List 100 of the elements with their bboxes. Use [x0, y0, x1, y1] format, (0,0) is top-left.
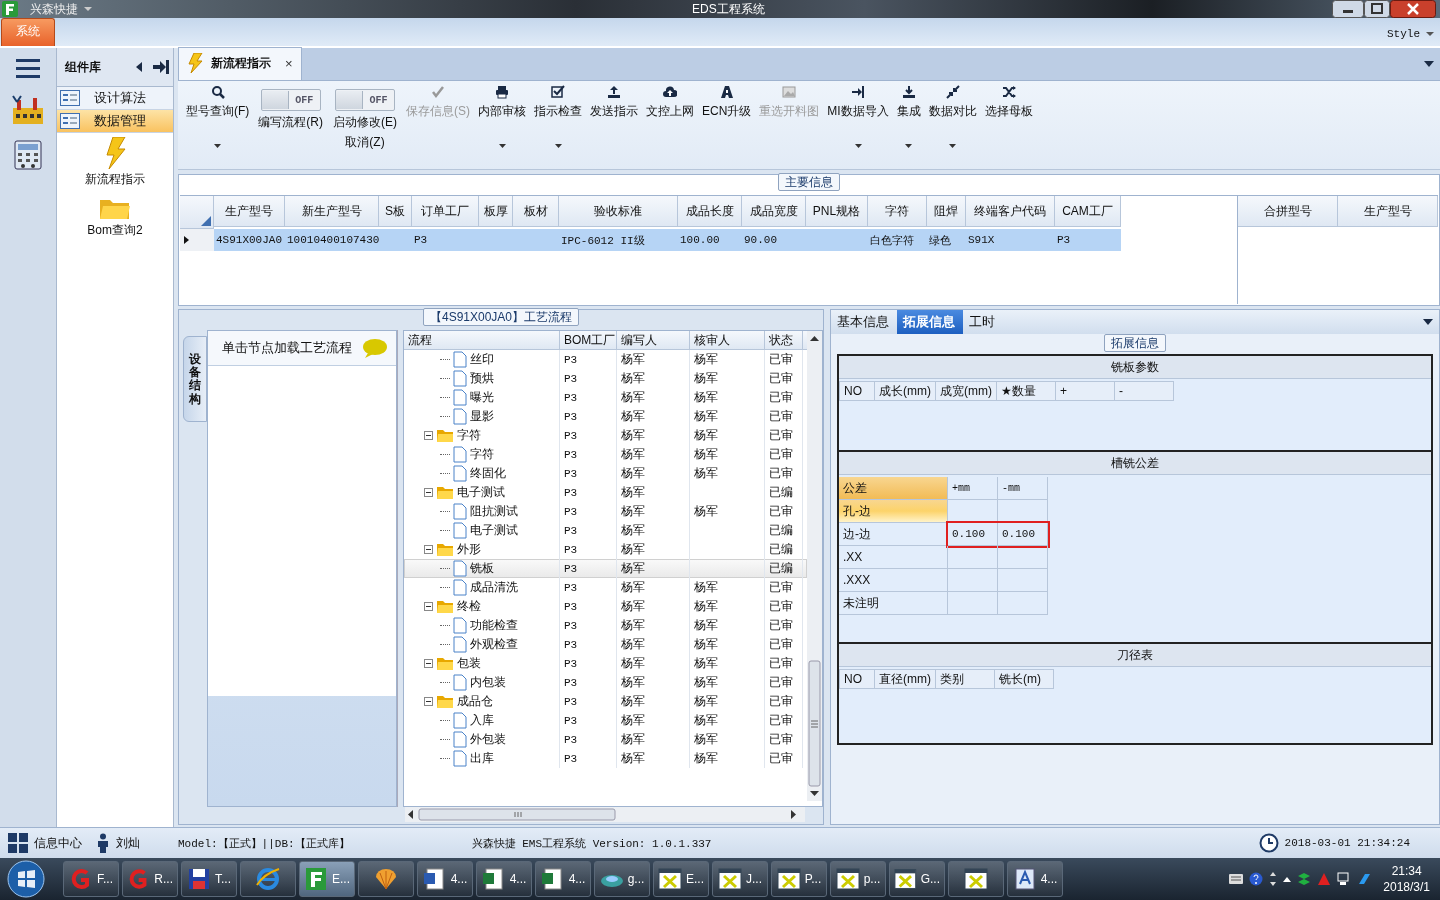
tree-row[interactable]: 曝光 P3 杨军 杨军 已审 [404, 388, 807, 407]
sidebar-item[interactable]: 数据管理 [57, 110, 173, 133]
calculator-icon[interactable] [14, 140, 42, 170]
taskbar-button[interactable]: g... [594, 861, 650, 897]
tree-row[interactable]: 丝印 P3 杨军 杨军 已审 [404, 350, 807, 369]
column-header[interactable]: 合拼型号 [1238, 196, 1338, 227]
arrows-icon[interactable] [1269, 872, 1278, 886]
taskbar-button[interactable]: T... [181, 861, 237, 897]
column-header[interactable]: 成品宽度 [742, 196, 806, 227]
side-tab[interactable]: 设备结构 [183, 336, 207, 422]
toolbar-button[interactable]: 型号查询(F) [182, 85, 254, 148]
row-header[interactable]: 边-边 [839, 523, 948, 546]
tree-row[interactable]: 字符 P3 杨军 杨军 已审 [404, 426, 807, 445]
tree-row[interactable]: 铣板 P3 杨军 已编 [404, 559, 807, 578]
column-header[interactable]: 核审人 [690, 331, 765, 349]
tree-row[interactable]: 阻抗测试 P3 杨军 杨军 已审 [404, 502, 807, 521]
taskbar-clock[interactable]: 21:34 2018/3/1 [1383, 863, 1430, 895]
network-icon[interactable] [1337, 872, 1352, 886]
tile-label[interactable]: Bom查询2 [87, 222, 143, 239]
toolbar-button[interactable]: 选择母板 [980, 85, 1037, 120]
tree-row[interactable]: 成品清洗 P3 杨军 杨军 已审 [404, 578, 807, 597]
tree-row[interactable]: 字符 P3 杨军 杨军 已审 [404, 445, 807, 464]
row-header[interactable]: 孔-边 [839, 500, 948, 523]
tree-row[interactable]: 入库 P3 杨军 杨军 已审 [404, 711, 807, 730]
row-header[interactable]: 未注明 [839, 592, 948, 615]
minimize-button[interactable] [1332, 0, 1364, 18]
dropdown-caret-icon[interactable] [1426, 31, 1434, 37]
tab[interactable]: 基本信息 [831, 310, 897, 334]
taskbar-button[interactable]: 4... [476, 861, 532, 897]
row-header[interactable]: .XX [839, 546, 948, 569]
collapse-icon[interactable] [424, 545, 433, 554]
column-header[interactable]: 状态 [765, 331, 803, 349]
style-menu[interactable]: Style [1387, 28, 1420, 40]
column-header[interactable]: 生产型号 [1338, 196, 1438, 227]
column-header[interactable]: + [1055, 381, 1115, 401]
table-cell[interactable] [948, 592, 998, 615]
column-header[interactable]: 铣长(m) [995, 669, 1054, 689]
row-header[interactable]: .XXX [839, 569, 948, 592]
tree-row[interactable]: 终检 P3 杨军 杨军 已审 [404, 597, 807, 616]
tree-row[interactable]: 功能检查 P3 杨军 杨军 已审 [404, 616, 807, 635]
menu-icon[interactable] [16, 58, 40, 78]
collapse-icon[interactable] [424, 431, 433, 440]
column-header[interactable]: 生产型号 [214, 196, 285, 227]
tree-row[interactable]: 预烘 P3 杨军 杨军 已审 [404, 369, 807, 388]
column-header[interactable]: 验收标准 [559, 196, 678, 227]
row-indicator[interactable] [180, 229, 214, 251]
vertical-scrollbar[interactable] [807, 331, 822, 801]
close-button[interactable] [1390, 0, 1436, 18]
grid-icon[interactable] [8, 833, 28, 853]
toolbar-button[interactable]: MI数据导入 [823, 85, 893, 148]
taskbar-button[interactable] [948, 861, 1004, 897]
sidebar-item[interactable]: 设计算法 [57, 87, 173, 110]
tree-row[interactable]: 终固化 P3 杨军 杨军 已审 [404, 464, 807, 483]
toolbar-button[interactable]: 发送指示 [586, 85, 642, 120]
table-cell[interactable] [948, 569, 998, 592]
column-header[interactable]: ★数量 [996, 381, 1056, 401]
column-header[interactable]: - [1114, 381, 1174, 401]
toolbar-button[interactable]: 集成 [892, 85, 925, 148]
taskbar-button[interactable]: J... [712, 861, 768, 897]
help-icon[interactable] [1249, 872, 1264, 886]
horizontal-scrollbar[interactable] [405, 807, 805, 822]
table-cell[interactable] [998, 569, 1048, 592]
collapse-icon[interactable] [424, 659, 433, 668]
column-header[interactable]: 流程 [404, 331, 560, 349]
toggle-switch[interactable]: OFF [335, 89, 395, 111]
table-cell[interactable] [948, 546, 998, 569]
taskbar-button[interactable] [240, 861, 296, 897]
tray-app-icon[interactable] [1297, 872, 1312, 886]
toggle-switch[interactable]: OFF [260, 89, 321, 111]
taskbar-button[interactable]: 4... [1007, 861, 1063, 897]
collapse-icon[interactable] [424, 602, 433, 611]
table-cell[interactable] [998, 592, 1048, 615]
tree-row[interactable]: 出库 P3 杨军 杨军 已审 [404, 749, 807, 768]
dropdown-caret-icon[interactable] [1423, 319, 1433, 325]
collapse-arrow-icon[interactable] [135, 62, 143, 72]
taskbar-button[interactable]: p... [830, 861, 886, 897]
column-header[interactable]: 新生产型号 [285, 196, 379, 227]
column-header[interactable]: CAM工厂 [1055, 196, 1121, 227]
taskbar-button[interactable] [358, 861, 414, 897]
column-header[interactable]: PNL规格 [806, 196, 868, 227]
dock-icon[interactable] [153, 60, 169, 74]
column-header[interactable]: 阻焊 [927, 196, 966, 227]
table-cell[interactable]: 0.100 [948, 523, 998, 546]
column-header[interactable]: BOM工厂 [560, 331, 617, 349]
tab[interactable]: 拓展信息 [897, 310, 963, 334]
tree-row[interactable]: 电子测试 P3 杨军 已编 [404, 521, 807, 540]
tray-expand-icon[interactable] [1283, 876, 1292, 882]
taskbar-button[interactable]: 4... [417, 861, 473, 897]
tree-row[interactable]: 内包装 P3 杨军 杨军 已审 [404, 673, 807, 692]
toolbar-button[interactable]: 指示检查 [530, 85, 586, 148]
close-tab-button[interactable]: × [285, 55, 293, 71]
info-center-link[interactable]: 信息中心 [34, 834, 82, 852]
tab[interactable]: 工时 [963, 310, 1003, 334]
column-header[interactable]: 成长(mm) [875, 381, 936, 401]
tree-row[interactable]: 成品仓 P3 杨军 杨军 已审 [404, 692, 807, 711]
toolbar-button[interactable]: 内部审核 [474, 85, 530, 148]
tree-row[interactable]: 显影 P3 杨军 杨军 已审 [404, 407, 807, 426]
column-header[interactable]: NO [839, 669, 875, 689]
taskbar-button[interactable]: P... [771, 861, 827, 897]
table-cell[interactable] [998, 546, 1048, 569]
